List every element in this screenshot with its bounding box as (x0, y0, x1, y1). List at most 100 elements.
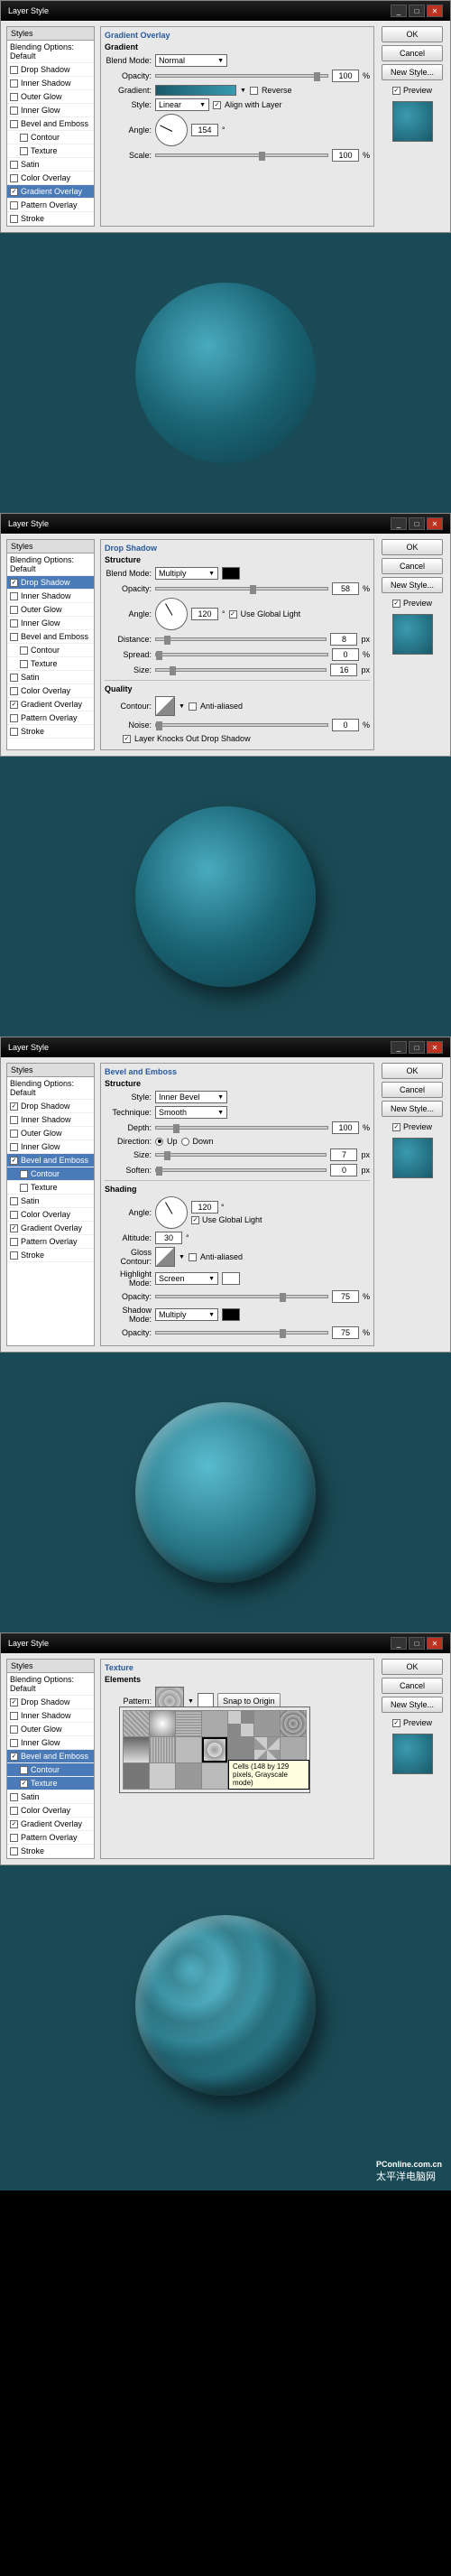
angle-input[interactable]: 120 (191, 1201, 218, 1214)
pattern-option[interactable] (150, 1737, 175, 1762)
angle-input[interactable]: 120 (191, 608, 218, 620)
pattern-option[interactable] (202, 1711, 227, 1736)
pattern-option[interactable] (228, 1737, 253, 1762)
preview-checkbox[interactable]: ✓ (392, 1123, 400, 1131)
style-gradient-overlay[interactable]: ✓Gradient Overlay (7, 698, 94, 711)
style-inner-glow[interactable]: Inner Glow (7, 1736, 94, 1750)
style-satin[interactable]: Satin (7, 671, 94, 684)
close-icon[interactable]: ✕ (427, 1637, 443, 1650)
style-drop-shadow[interactable]: Drop Shadow (7, 63, 94, 77)
antialiased-checkbox[interactable] (189, 702, 197, 711)
altitude-input[interactable]: 30 (155, 1232, 182, 1244)
opacity-slider[interactable] (155, 587, 328, 591)
direction-up-radio[interactable] (155, 1138, 163, 1146)
antialiased-checkbox[interactable] (189, 1253, 197, 1261)
style-stroke[interactable]: Stroke (7, 1845, 94, 1858)
preview-checkbox[interactable]: ✓ (392, 1719, 400, 1727)
shadow-color-swatch[interactable] (222, 1308, 240, 1321)
style-drop-shadow[interactable]: ✓Drop Shadow (7, 1696, 94, 1709)
style-texture[interactable]: Texture (7, 657, 94, 671)
pattern-option[interactable] (202, 1763, 227, 1789)
style-gradient-overlay[interactable]: ✓Gradient Overlay (7, 185, 94, 199)
direction-down-radio[interactable] (181, 1138, 189, 1146)
style-inner-glow[interactable]: Inner Glow (7, 1140, 94, 1154)
knockout-checkbox[interactable]: ✓ (123, 735, 131, 743)
global-light-checkbox[interactable]: ✓ (191, 1216, 199, 1224)
maximize-icon[interactable]: □ (409, 5, 425, 17)
pattern-option[interactable] (124, 1737, 149, 1762)
blending-options[interactable]: Blending Options: Default (7, 1077, 94, 1100)
blend-mode-select[interactable]: Normal▼ (155, 54, 227, 67)
style-stroke[interactable]: Stroke (7, 725, 94, 739)
style-pattern-overlay[interactable]: Pattern Overlay (7, 711, 94, 725)
style-stroke[interactable]: Stroke (7, 1249, 94, 1262)
cancel-button[interactable]: Cancel (382, 1678, 443, 1694)
style-inner-glow[interactable]: Inner Glow (7, 617, 94, 630)
close-icon[interactable]: ✕ (427, 517, 443, 530)
distance-slider[interactable] (155, 637, 327, 641)
ok-button[interactable]: OK (382, 1063, 443, 1079)
style-inner-shadow[interactable]: Inner Shadow (7, 1113, 94, 1127)
cancel-button[interactable]: Cancel (382, 45, 443, 61)
noise-slider[interactable] (155, 723, 328, 727)
style-select[interactable]: Inner Bevel▼ (155, 1091, 227, 1103)
spread-input[interactable]: 0 (332, 648, 359, 661)
style-outer-glow[interactable]: Outer Glow (7, 90, 94, 104)
scale-input[interactable]: 100 (332, 149, 359, 162)
blending-options[interactable]: Blending Options: Default (7, 553, 94, 576)
style-contour[interactable]: Contour (7, 131, 94, 144)
sh-opacity-slider[interactable] (155, 1331, 328, 1334)
style-color-overlay[interactable]: Color Overlay (7, 684, 94, 698)
angle-dial[interactable] (155, 114, 188, 146)
style-satin[interactable]: Satin (7, 1195, 94, 1208)
style-inner-shadow[interactable]: Inner Shadow (7, 1709, 94, 1723)
style-texture[interactable]: ✓Texture (7, 1777, 94, 1790)
maximize-icon[interactable]: □ (409, 1041, 425, 1054)
global-light-checkbox[interactable]: ✓ (229, 610, 237, 618)
preview-checkbox[interactable]: ✓ (392, 600, 400, 608)
soften-input[interactable]: 0 (330, 1164, 357, 1176)
style-gradient-overlay[interactable]: ✓Gradient Overlay (7, 1818, 94, 1831)
cancel-button[interactable]: Cancel (382, 558, 443, 574)
pattern-option[interactable] (176, 1763, 201, 1789)
gradient-picker[interactable] (155, 85, 236, 96)
pattern-option[interactable] (176, 1711, 201, 1736)
style-color-overlay[interactable]: Color Overlay (7, 172, 94, 185)
soften-slider[interactable] (155, 1168, 327, 1172)
style-color-overlay[interactable]: Color Overlay (7, 1804, 94, 1818)
style-select[interactable]: Linear▼ (155, 98, 209, 111)
pattern-option[interactable] (124, 1763, 149, 1789)
style-gradient-overlay[interactable]: ✓Gradient Overlay (7, 1222, 94, 1235)
depth-slider[interactable] (155, 1126, 328, 1130)
size-slider[interactable] (155, 1153, 327, 1157)
angle-dial[interactable] (155, 1196, 188, 1229)
pattern-option[interactable] (281, 1737, 306, 1762)
style-satin[interactable]: Satin (7, 1790, 94, 1804)
new-style-button[interactable]: New Style... (382, 1697, 443, 1713)
size-input[interactable]: 16 (330, 664, 357, 676)
pattern-option[interactable] (176, 1737, 201, 1762)
style-pattern-overlay[interactable]: Pattern Overlay (7, 1235, 94, 1249)
opacity-slider[interactable] (155, 74, 328, 78)
style-bevel[interactable]: ✓Bevel and Emboss (7, 1750, 94, 1763)
opacity-input[interactable]: 58 (332, 582, 359, 595)
style-color-overlay[interactable]: Color Overlay (7, 1208, 94, 1222)
pattern-option[interactable] (150, 1763, 175, 1789)
ok-button[interactable]: OK (382, 539, 443, 555)
chevron-down-icon[interactable]: ▼ (179, 703, 185, 710)
new-style-button[interactable]: New Style... (382, 577, 443, 593)
style-outer-glow[interactable]: Outer Glow (7, 603, 94, 617)
style-contour[interactable]: Contour (7, 644, 94, 657)
distance-input[interactable]: 8 (330, 633, 357, 646)
align-checkbox[interactable]: ✓ (213, 101, 221, 109)
angle-dial[interactable] (155, 598, 188, 630)
size-slider[interactable] (155, 668, 327, 672)
highlight-color-swatch[interactable] (222, 1272, 240, 1285)
blending-options[interactable]: Blending Options: Default (7, 1673, 94, 1696)
contour-picker[interactable] (155, 696, 175, 716)
minimize-icon[interactable]: _ (391, 1041, 407, 1054)
minimize-icon[interactable]: _ (391, 517, 407, 530)
ok-button[interactable]: OK (382, 26, 443, 42)
reverse-checkbox[interactable] (250, 87, 258, 95)
pattern-option[interactable] (150, 1711, 175, 1736)
